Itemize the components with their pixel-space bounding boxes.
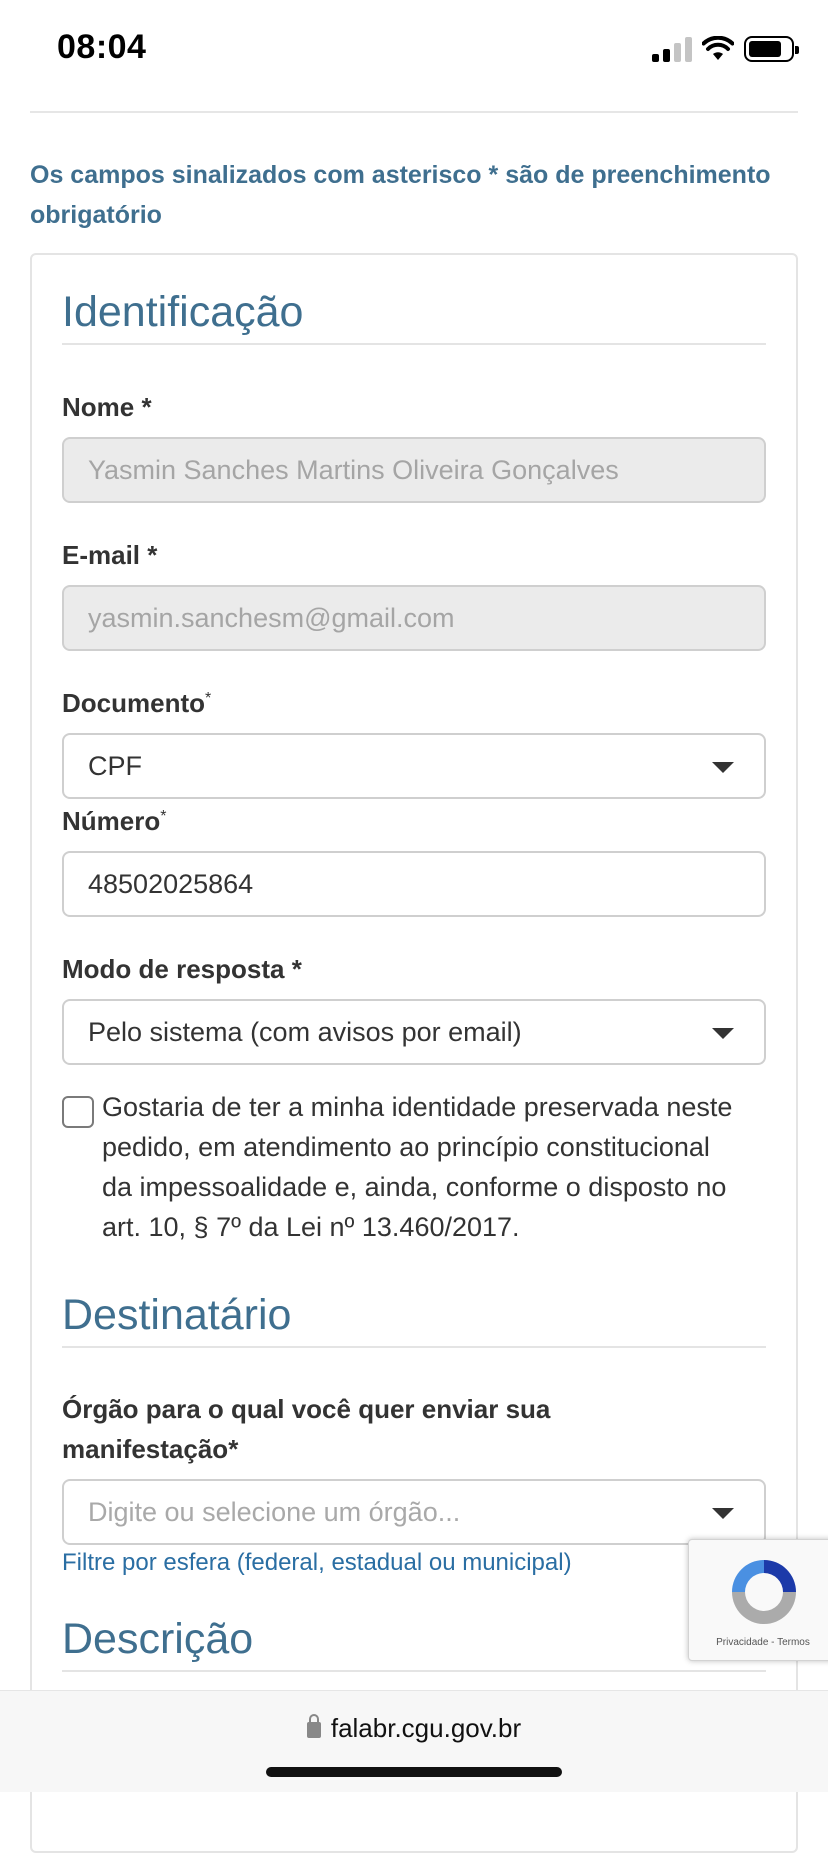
chevron-down-icon — [712, 1508, 734, 1519]
email-field[interactable]: yasmin.sanchesm@gmail.com — [62, 585, 766, 651]
document-value: CPF — [88, 750, 142, 781]
recaptcha-links[interactable]: Privacidade - Termos — [689, 1637, 828, 1648]
battery-icon — [744, 36, 799, 62]
chevron-down-icon — [712, 762, 734, 773]
document-select[interactable]: CPF — [62, 733, 766, 799]
response-mode-value: Pelo sistema (com avisos por email) — [88, 1016, 522, 1047]
preserve-identity-checkbox[interactable] — [62, 1096, 94, 1128]
section-title-destinatario: Destinatário — [62, 1291, 292, 1339]
section-divider — [62, 343, 766, 345]
organ-select[interactable]: Digite ou selecione um órgão... — [62, 1479, 766, 1545]
response-mode-label: Modo de resposta * — [62, 954, 302, 984]
preserve-identity-label[interactable]: Gostaria de ter a minha identidade prese… — [102, 1087, 742, 1247]
email-value: yasmin.sanchesm@gmail.com — [88, 602, 455, 633]
chevron-down-icon — [712, 1028, 734, 1039]
status-bar: 08:04 — [0, 0, 828, 100]
section-divider — [62, 1670, 766, 1672]
name-value: Yasmin Sanches Martins Oliveira Gonçalve… — [88, 454, 619, 485]
header-divider — [30, 111, 798, 113]
recaptcha-badge[interactable]: Privacidade - Termos — [688, 1539, 828, 1661]
document-number-value: 48502025864 — [88, 868, 254, 899]
section-title-identificacao: Identificação — [62, 288, 304, 336]
organ-label: Órgão para o qual você quer enviar sua m… — [62, 1394, 551, 1464]
recaptcha-icon — [732, 1560, 796, 1624]
name-field[interactable]: Yasmin Sanches Martins Oliveira Gonçalve… — [62, 437, 766, 503]
url-text: falabr.cgu.gov.br — [330, 1713, 522, 1743]
home-indicator[interactable] — [266, 1767, 562, 1777]
required-fields-notice: Os campos sinalizados com asterisco * sã… — [30, 161, 771, 229]
wifi-icon — [702, 36, 734, 60]
response-mode-select[interactable]: Pelo sistema (com avisos por email) — [62, 999, 766, 1065]
document-number-input[interactable]: 48502025864 — [62, 851, 766, 917]
organ-placeholder: Digite ou selecione um órgão... — [88, 1496, 461, 1527]
filter-by-sphere-link[interactable]: Filtre por esfera (federal, estadual ou … — [62, 1549, 572, 1577]
url-bar[interactable]: falabr.cgu.gov.br — [0, 1713, 828, 1744]
section-divider — [62, 1346, 766, 1348]
section-title-descricao: Descrição — [62, 1615, 254, 1663]
name-label: Nome * — [62, 392, 152, 422]
number-label: Número* — [62, 806, 167, 836]
status-time: 08:04 — [57, 28, 147, 66]
email-label: E-mail * — [62, 540, 158, 570]
status-icons — [652, 34, 799, 64]
cellular-signal-icon — [652, 36, 692, 62]
document-label: Documento* — [62, 688, 212, 718]
lock-icon — [306, 1714, 321, 1738]
browser-bottom-bar: falabr.cgu.gov.br — [0, 1690, 828, 1792]
